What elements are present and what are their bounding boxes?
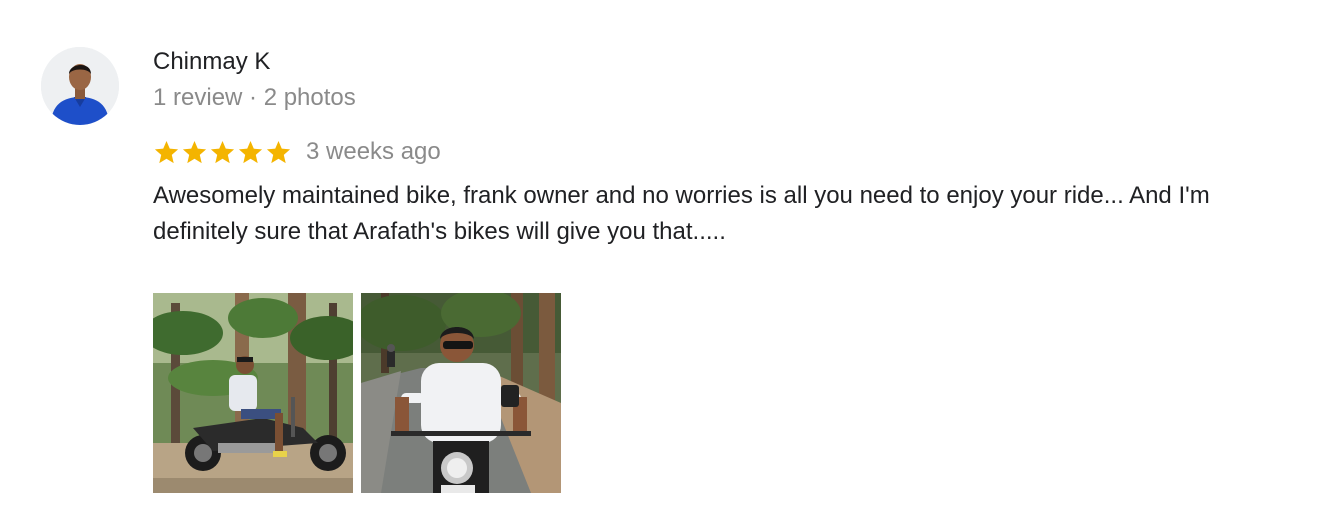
reviewer-name[interactable]: Chinmay K [153, 48, 270, 76]
review-photo-bike-road[interactable] [361, 293, 561, 493]
star-icon [154, 140, 179, 163]
review-card: Chinmay K 1 review · 2 photos 3 weeks ag… [0, 0, 1321, 511]
review-text: Awesomely maintained bike, frank owner a… [153, 182, 1210, 245]
rating-row: 3 weeks ago [153, 136, 441, 168]
person-avatar-icon [41, 47, 119, 125]
star-rating [153, 139, 293, 166]
review-photos [153, 293, 561, 493]
star-icon [210, 140, 235, 163]
reviewer-meta: 1 review · 2 photos [153, 84, 356, 111]
star-icon [238, 140, 263, 163]
reviewer-avatar[interactable] [41, 47, 119, 125]
star-icon [182, 140, 207, 163]
star-icon [266, 140, 291, 163]
review-photo-bike-plantation[interactable] [153, 293, 353, 493]
review-time: 3 weeks ago [306, 138, 441, 165]
